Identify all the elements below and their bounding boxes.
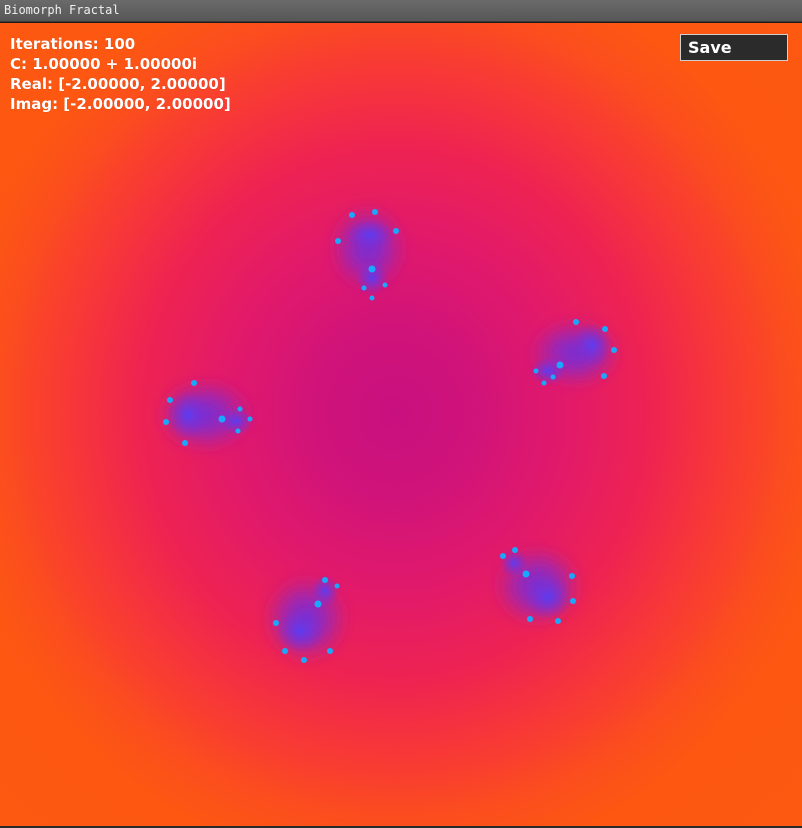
- fractal-canvas[interactable]: Iterations: 100 C: 1.00000 + 1.00000i Re…: [0, 23, 802, 826]
- save-button[interactable]: Save: [680, 34, 788, 61]
- app-window: Biomorph Fractal Iterations: 100 C: 1.00…: [0, 0, 802, 828]
- window-title: Biomorph Fractal: [4, 3, 120, 17]
- biomorph-render: [155, 203, 623, 665]
- biomorph-cluster-top: [328, 203, 408, 296]
- biomorph-cluster-right: [527, 317, 623, 389]
- iterations-label: Iterations: 100: [10, 35, 136, 53]
- real-range-label: Real: [-2.00000, 2.00000]: [10, 75, 226, 93]
- c-value-label: C: 1.00000 + 1.00000i: [10, 55, 198, 73]
- biomorph-cluster-left: [155, 377, 255, 453]
- title-bar[interactable]: Biomorph Fractal: [0, 0, 802, 22]
- imag-range-label: Imag: [-2.00000, 2.00000]: [10, 95, 231, 113]
- info-overlay: Iterations: 100 C: 1.00000 + 1.00000i Re…: [10, 34, 231, 114]
